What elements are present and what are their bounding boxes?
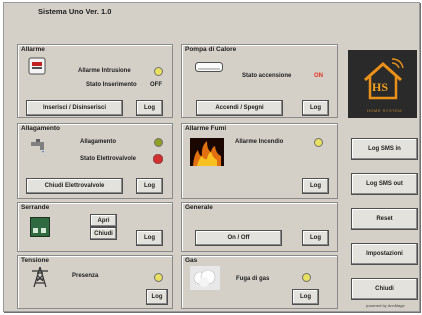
water-tap-icon	[31, 139, 44, 153]
panel-pompa-di-calore: Pompa di Calore Stato accensione ON Acce…	[181, 44, 338, 118]
log-sms-in-button[interactable]: Log SMS in	[351, 138, 418, 160]
log-sms-out-button[interactable]: Log SMS out	[351, 173, 418, 195]
inserisci-disinserisci-button[interactable]: Inserisci / Disinserisci	[26, 100, 123, 116]
panel-title: Pompa di Calore	[185, 46, 237, 53]
chiudi-elettrovalvole-button[interactable]: Chiudi Elettrovalvole	[26, 178, 123, 194]
panel-title: Tensione	[21, 257, 50, 264]
led-incendio	[314, 138, 323, 147]
footer-credit: powered by AnnMage	[366, 303, 405, 308]
led-presenza	[154, 273, 163, 282]
label-stato-accensione: Stato accensione	[242, 73, 292, 79]
home-system-logo: HS HOME SYSTEM	[348, 50, 417, 118]
panel-allarme-fumi: Allarme Fumi Allarme Incendio Log	[181, 123, 338, 199]
log-button[interactable]: Log	[146, 289, 168, 305]
reset-button[interactable]: Reset	[351, 208, 418, 230]
led-allarme	[154, 67, 163, 76]
panel-title: Generale	[185, 204, 213, 211]
label-stato-elettrovalvole: Stato Elettrovalvole	[80, 156, 137, 162]
led-gas	[302, 273, 311, 282]
label-stato-inserimento: Stato Inserimento	[86, 82, 137, 88]
power-tower-icon	[32, 266, 48, 288]
log-button[interactable]: Log	[136, 100, 163, 116]
label-allarme-incendio: Allarme Incendio	[235, 139, 284, 145]
panel-title: Allagamento	[21, 125, 61, 132]
panel-gas: Gas Fuga di gas Log	[181, 255, 338, 309]
window-title: Sistema Uno Ver. 1.0	[38, 7, 112, 16]
chiudi-button[interactable]: Chiudi	[351, 278, 418, 300]
gas-cloud-icon	[190, 266, 220, 290]
label-fuga-di-gas: Fuga di gas	[236, 276, 270, 282]
log-button[interactable]: Log	[136, 230, 163, 246]
chiudi-button[interactable]: Chiudi	[90, 227, 117, 240]
log-button[interactable]: Log	[302, 178, 329, 194]
logo-text: HS	[372, 80, 389, 94]
log-button[interactable]: Log	[302, 230, 329, 246]
panel-serrande: Serrande Apri Chiudi Log	[17, 202, 173, 252]
value-stato-accensione: ON	[314, 73, 323, 79]
accendi-spegni-button[interactable]: Accendi / Spegni	[196, 100, 283, 116]
panel-generale: Generale On / Off Log	[181, 202, 338, 252]
apri-button[interactable]: Apri	[90, 214, 117, 227]
main-window: Sistema Uno Ver. 1.0 Allarme Allarme Int…	[3, 2, 420, 312]
label-allarme-intrusione: Allarme Intrusione	[78, 68, 131, 74]
log-button[interactable]: Log	[302, 100, 329, 116]
panel-title: Allarme Fumi	[185, 125, 227, 132]
fire-icon	[190, 138, 224, 166]
value-stato-inserimento: OFF	[150, 82, 162, 88]
panel-title: Allarme	[21, 46, 45, 53]
log-button[interactable]: Log	[136, 178, 163, 194]
panel-tensione: Tensione Presenza Log	[17, 255, 173, 309]
impostazioni-button[interactable]: Impostazioni	[351, 243, 418, 265]
heat-pump-icon	[195, 62, 223, 72]
alarm-siren-icon	[28, 57, 46, 75]
shutter-icon	[30, 217, 50, 237]
label-presenza: Presenza	[72, 273, 99, 279]
title-bar: Sistema Uno Ver. 1.0	[4, 3, 419, 25]
panel-title: Serrande	[21, 204, 50, 211]
log-button[interactable]: Log	[292, 289, 319, 305]
led-elettrovalvole	[153, 154, 163, 164]
logo-subtitle: HOME SYSTEM	[367, 108, 403, 113]
label-allagamento: Allagamento	[80, 139, 117, 145]
on-off-button[interactable]: On / Off	[195, 230, 282, 246]
led-allagamento	[154, 138, 163, 147]
panel-allagamento: Allagamento Allagamento Stato Elettroval…	[17, 123, 173, 199]
panel-allarme: Allarme Allarme Intrusione Stato Inserim…	[17, 44, 173, 118]
panel-title: Gas	[185, 257, 198, 264]
